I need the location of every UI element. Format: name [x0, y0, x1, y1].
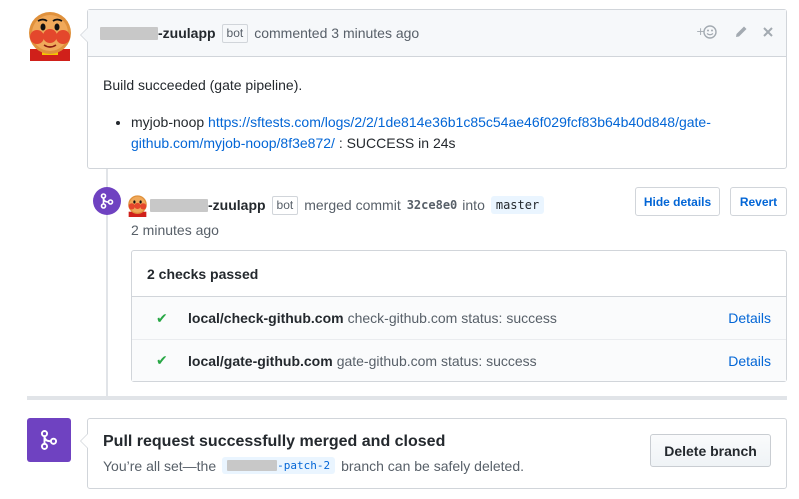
- edit-pencil-icon[interactable]: [734, 25, 748, 42]
- revert-button[interactable]: Revert: [730, 187, 787, 216]
- merge-action: merged commit: [304, 197, 401, 213]
- check-row: ✔ local/check-github.com check-github.co…: [132, 297, 786, 339]
- comment-author[interactable]: -zuulapp: [158, 25, 216, 41]
- merge-author[interactable]: -zuulapp: [208, 197, 266, 213]
- check-row: ✔ local/gate-github.com gate-github.com …: [132, 339, 786, 381]
- git-merge-icon: [27, 418, 71, 462]
- checks-box: 2 checks passed ✔ local/check-github.com…: [131, 250, 787, 382]
- merge-event-line: -zuulapp bot merged commit 32ce8e0 into …: [150, 194, 545, 216]
- commit-sha[interactable]: 32ce8e0: [407, 198, 458, 212]
- job-result: : SUCCESS in 24s: [338, 135, 456, 151]
- bot-label: bot: [221, 23, 249, 43]
- check-name: local/gate-github.com: [188, 352, 333, 369]
- check-description: gate-github.com status: success: [336, 352, 537, 369]
- git-merge-icon: [93, 187, 121, 215]
- checks-summary: 2 checks passed: [132, 251, 786, 297]
- merge-timestamp[interactable]: 2 minutes ago: [131, 221, 219, 239]
- job-name: myjob-noop: [131, 114, 205, 130]
- redacted-username: [100, 26, 158, 40]
- merged-subtitle-prefix: You’re all set—the: [103, 457, 217, 474]
- comment-header: -zuulapp bot commented 3 minutes ago +: [88, 10, 786, 57]
- build-result-text: Build succeeded (gate pipeline).: [103, 77, 303, 93]
- head-branch[interactable]: -patch-2: [222, 457, 336, 474]
- list-item: myjob-noop https://sftests.com/logs/2/2/…: [131, 112, 771, 154]
- comment-actions: +: [696, 24, 774, 43]
- merged-subtitle-suffix: branch can be safely deleted.: [341, 457, 524, 474]
- close-icon[interactable]: [762, 25, 774, 41]
- check-icon: ✔: [156, 309, 168, 326]
- timeline-break: [27, 396, 787, 400]
- base-branch[interactable]: master: [490, 196, 545, 214]
- anpanman-avatar-image: [24, 9, 76, 61]
- check-details-link[interactable]: Details: [728, 353, 771, 369]
- merged-status-box: Pull request successfully merged and clo…: [80, 418, 787, 489]
- redacted-username: [150, 198, 208, 212]
- comment-box: -zuulapp bot commented 3 minutes ago + B…: [80, 9, 787, 169]
- merged-status-subtitle: You’re all set—the -patch-2 branch can b…: [103, 457, 524, 474]
- check-icon: ✔: [156, 352, 168, 368]
- hide-details-button[interactable]: Hide details: [635, 187, 720, 216]
- comment-timestamp[interactable]: commented 3 minutes ago: [254, 25, 419, 41]
- redacted-branch-owner: [227, 460, 278, 471]
- check-description: check-github.com status: success: [347, 310, 557, 326]
- delete-branch-button[interactable]: Delete branch: [650, 434, 771, 467]
- check-details-link[interactable]: Details: [728, 310, 771, 326]
- merged-status-title: Pull request successfully merged and clo…: [103, 433, 446, 450]
- add-reaction-icon[interactable]: +: [696, 24, 720, 43]
- job-list: myjob-noop https://sftests.com/logs/2/2/…: [103, 112, 771, 154]
- anpanman-avatar-image: [126, 194, 149, 217]
- avatar[interactable]: [126, 194, 149, 217]
- check-name: local/check-github.com: [188, 310, 344, 326]
- avatar[interactable]: [24, 9, 76, 61]
- merge-into-text: into: [462, 197, 485, 213]
- bot-label: bot: [271, 195, 299, 215]
- comment-body: Build succeeded (gate pipeline). myjob-n…: [88, 57, 786, 154]
